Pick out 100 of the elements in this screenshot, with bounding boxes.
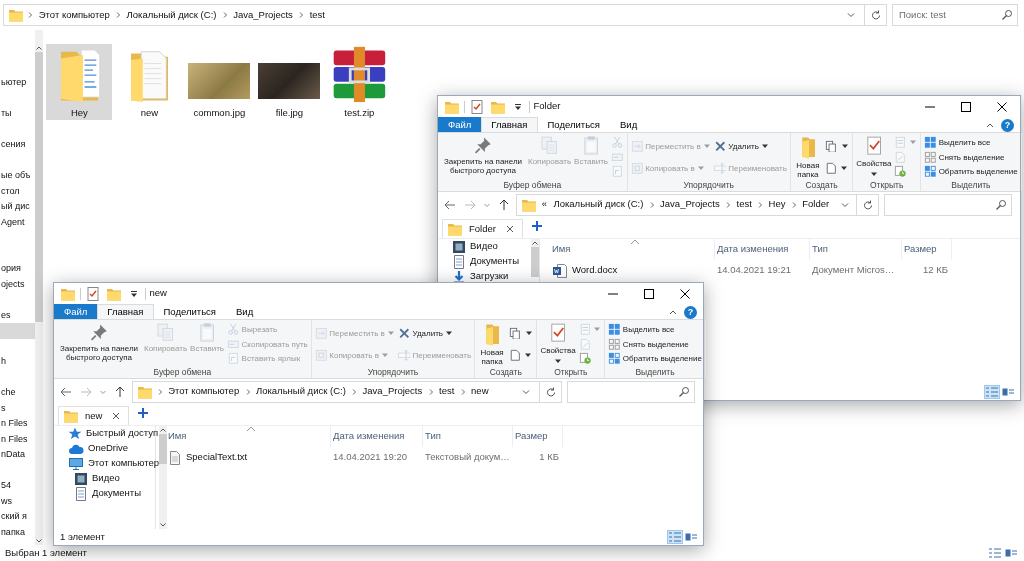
folder-tab[interactable]: new (58, 406, 130, 425)
column-header[interactable]: Имя (550, 239, 715, 260)
nav-item[interactable]: n Files (0, 431, 35, 447)
ribbon-button[interactable]: Удалить (396, 322, 473, 344)
file-item[interactable]: Hey (46, 44, 113, 121)
breadcrumb-item[interactable]: Java_Projects (658, 197, 722, 212)
column-header[interactable]: Тип (423, 426, 513, 447)
refresh-button[interactable] (857, 193, 880, 216)
breadcrumb-item[interactable]: test (734, 197, 754, 212)
ribbon-button[interactable]: Новая папка (792, 135, 823, 179)
ribbon-tab[interactable]: Вид (610, 117, 648, 132)
group-label: Открыть (869, 179, 905, 191)
breadcrumb-item[interactable]: test (307, 7, 327, 23)
help-button[interactable]: ? (1001, 119, 1014, 132)
ribbon-button[interactable]: Снять выделение (607, 336, 703, 352)
file-item[interactable]: test.zip (326, 44, 393, 121)
ribbon-tab[interactable]: Вид (226, 304, 264, 319)
file-item[interactable]: common.jpg (186, 44, 253, 121)
address-bar[interactable]: « Локальный диск (C:) Java_Projects test Hey Folder (516, 193, 858, 216)
refresh-button[interactable] (540, 380, 563, 403)
search-field[interactable] (567, 380, 695, 403)
ribbon-button[interactable]: Закрепить на панели быстрого доступа (56, 322, 142, 363)
search-field[interactable]: Поиск: test (892, 4, 1018, 26)
photo-placeholder (188, 62, 251, 99)
column-header[interactable]: Дата изменения (331, 426, 423, 447)
nav-item[interactable]: Видео (54, 471, 160, 486)
nav-item[interactable]: che (0, 385, 35, 401)
history-icon (894, 165, 908, 178)
ribbon-tab[interactable]: Файл (438, 117, 482, 132)
nav-item[interactable]: nData (0, 447, 35, 463)
nav-item[interactable]: Видео (438, 239, 531, 254)
folder-tab[interactable]: Folder (442, 219, 523, 238)
nav-item[interactable]: ьютер (0, 75, 35, 91)
nav-item[interactable]: n Files (0, 416, 35, 432)
breadcrumb-item[interactable]: Этот компьютер (36, 7, 112, 23)
scrollbar[interactable] (531, 239, 539, 277)
nav-item[interactable]: ый дис (0, 199, 35, 215)
nav-item[interactable]: ский я (0, 509, 35, 525)
breadcrumb-item[interactable]: Folder (800, 197, 832, 212)
file-name[interactable]: Word.docx (550, 262, 715, 279)
column-header[interactable]: Имя (166, 426, 331, 447)
breadcrumb-item[interactable]: Локальный диск (C:) (124, 7, 219, 23)
nav-item[interactable]: 54 (0, 478, 35, 494)
file-item[interactable]: file.jpg (256, 44, 323, 121)
breadcrumb-item[interactable]: Этот компьютер (166, 384, 242, 399)
breadcrumb-item[interactable]: Локальный диск (C:) (253, 384, 348, 399)
nav-item[interactable]: Этот компьютер (54, 456, 160, 471)
nav-item[interactable]: Быстрый доступ (54, 426, 160, 441)
ribbon-tab[interactable]: Поделиться (153, 304, 226, 319)
breadcrumb-item[interactable]: Hey (766, 197, 788, 212)
search-input[interactable]: Поиск: test (897, 6, 1001, 24)
ribbon-tab[interactable]: Файл (54, 304, 98, 319)
file-name[interactable]: SpecialText.txt (166, 449, 331, 466)
file-item[interactable]: new (116, 44, 183, 121)
nav-item[interactable]: es (0, 307, 35, 323)
breadcrumb-item[interactable]: Локальный диск (C:) (551, 197, 646, 212)
nav-item[interactable]: ws (0, 493, 35, 509)
ribbon-button[interactable]: Снять выделение (923, 149, 1019, 165)
nav-item[interactable]: ojects (0, 276, 35, 292)
nav-item[interactable]: s (0, 400, 35, 416)
nav-item[interactable]: h (0, 354, 35, 370)
column-header[interactable]: Дата изменения (715, 239, 810, 260)
nav-item[interactable]: папка (0, 524, 35, 540)
ribbon-tab[interactable]: Главная (481, 117, 538, 132)
nav-item[interactable]: стол (0, 183, 35, 199)
address-bar[interactable]: Этот компьютер Локальный диск (C:) Java_Projects test (3, 4, 866, 26)
scrollbar[interactable] (35, 30, 43, 545)
ribbon-button[interactable]: Выделить все (923, 135, 1019, 150)
breadcrumb-item[interactable]: Java_Projects (360, 384, 425, 399)
breadcrumb-item[interactable]: new (469, 384, 491, 399)
nav-item[interactable]: сения (0, 137, 35, 153)
scrollbar[interactable] (159, 426, 168, 529)
nav-item[interactable]: OneDrive (54, 441, 160, 456)
overflow-marker[interactable]: « (539, 197, 550, 212)
ribbon-button[interactable]: Свойства (855, 135, 893, 179)
ribbon-button[interactable]: Выделить все (607, 322, 703, 337)
nav-item[interactable]: Agent (0, 214, 35, 230)
column-header[interactable]: Размер (902, 239, 952, 260)
help-button[interactable]: ? (684, 306, 697, 319)
address-bar[interactable]: Этот компьютер Локальный диск (C:) Java_Projects test new (132, 380, 541, 403)
nav-item[interactable]: ория (0, 261, 35, 277)
ribbon-button[interactable]: Новая папка (477, 322, 508, 366)
column-header[interactable]: Тип (810, 239, 902, 260)
ribbon-tab[interactable]: Главная (97, 304, 154, 319)
ribbon-button[interactable]: Обратить выделение (607, 351, 703, 366)
nav-item[interactable]: ые объ (0, 168, 35, 184)
history-icon (578, 352, 592, 365)
breadcrumb-item[interactable]: test (437, 384, 457, 399)
ribbon-button[interactable]: Удалить (712, 135, 788, 157)
ribbon-button[interactable]: Обратить выделение (923, 164, 1019, 179)
ribbon-button[interactable]: Закрепить на панели быстрого доступа (440, 135, 526, 176)
nav-item[interactable]: Документы (438, 254, 531, 269)
column-header[interactable]: Размер (513, 426, 563, 447)
ribbon-tab[interactable]: Поделиться (537, 117, 610, 132)
search-field[interactable] (884, 193, 1012, 216)
breadcrumb-item[interactable]: Java_Projects (231, 7, 295, 23)
refresh-button[interactable] (865, 4, 888, 26)
ribbon-button[interactable]: Свойства (539, 322, 577, 366)
nav-item[interactable]: Документы (54, 486, 160, 501)
nav-item[interactable]: ты (0, 106, 35, 122)
